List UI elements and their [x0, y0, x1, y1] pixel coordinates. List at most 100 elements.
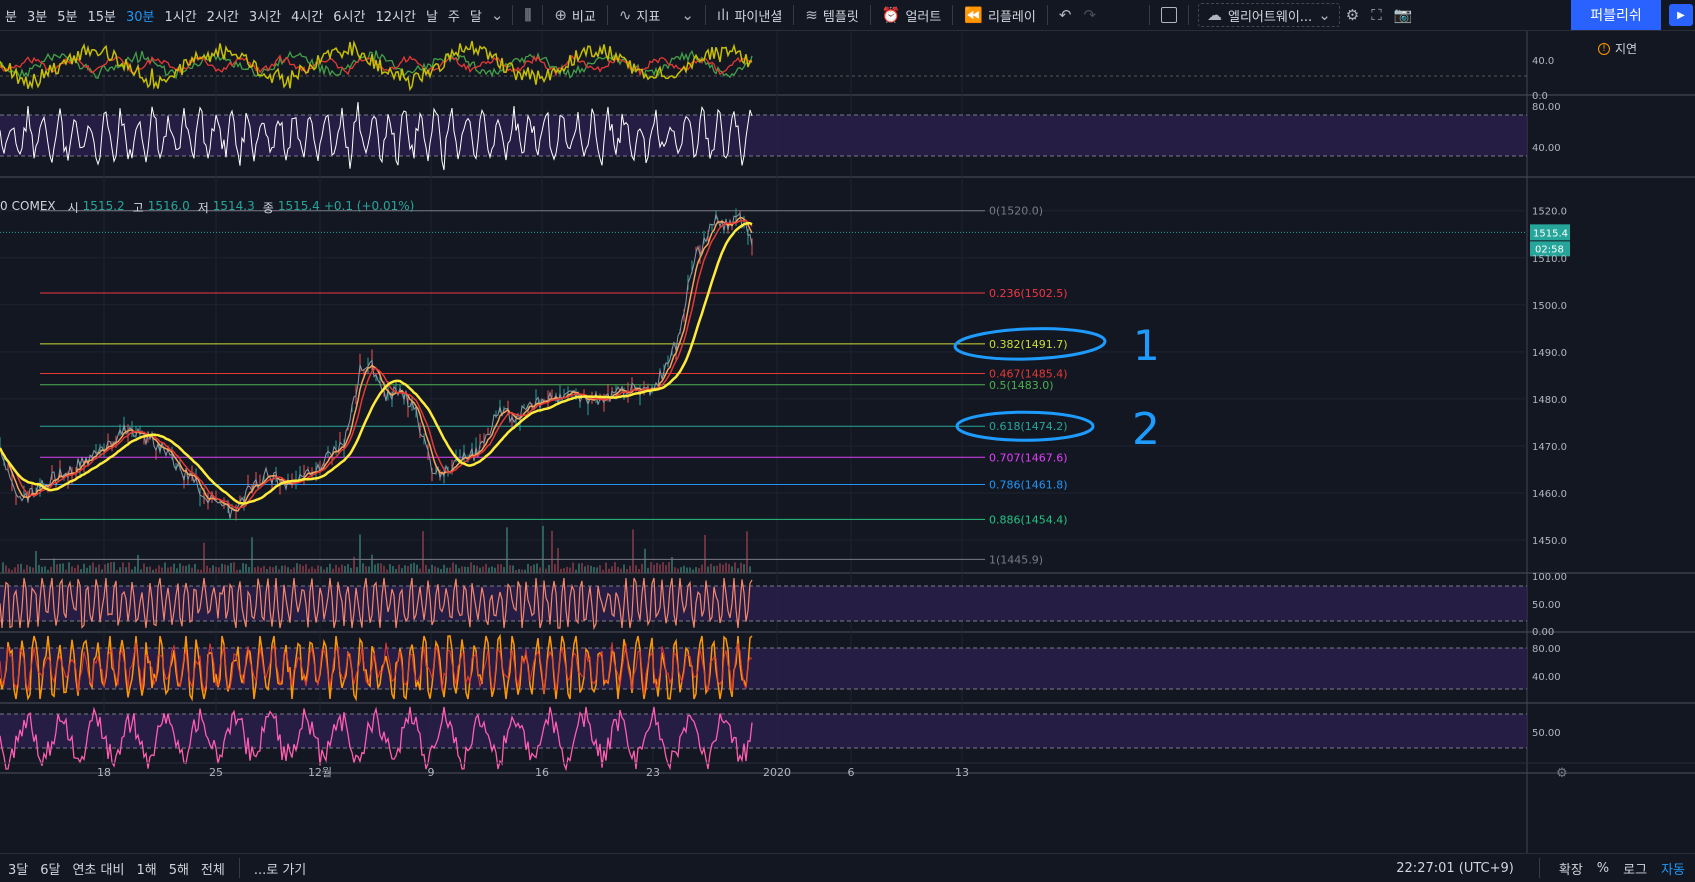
volume-bar: [284, 565, 286, 573]
volume-bar: [308, 568, 310, 573]
volume-bar: [536, 563, 538, 573]
sub-y-tick: 50.00: [1532, 600, 1561, 611]
ma-line-1: [0, 219, 753, 510]
volume-bar: [194, 563, 196, 573]
volume-bar: [209, 568, 211, 573]
volume-bar: [542, 525, 544, 573]
volume-bar: [95, 567, 97, 573]
fibonacci-retracement[interactable]: 0(1520.0)0.236(1502.5)0.382(1491.7)0.467…: [40, 205, 1068, 567]
alarm-clock-icon: ⏰: [881, 6, 901, 24]
play-button[interactable]: ▶: [1669, 4, 1693, 26]
x-tick: 13: [955, 766, 969, 779]
y-tick: 1520.0: [1532, 207, 1567, 218]
divider: [1149, 5, 1151, 25]
volume-bar: [170, 566, 172, 573]
volume-bar: [314, 568, 316, 573]
x-tick: 25: [209, 766, 223, 779]
y-tick: 1490.0: [1532, 348, 1567, 359]
volume-bar: [398, 564, 400, 573]
fullscreen-toggle-button[interactable]: [1155, 7, 1183, 23]
redo-button[interactable]: ↷: [1077, 6, 1102, 24]
timeframe-0[interactable]: 분: [0, 6, 22, 25]
volume-bar: [356, 567, 358, 573]
timeframe-8[interactable]: 4시간: [286, 6, 328, 25]
volume-bar: [17, 564, 19, 573]
percent-scale-button[interactable]: %: [1597, 861, 1609, 876]
fib-label-0: 0(1520.0): [989, 205, 1043, 218]
pine-button[interactable]: ılı 파이낸셜: [711, 6, 788, 25]
volume-bar: [443, 564, 445, 573]
annotation-mark-1[interactable]: 1: [1133, 321, 1160, 370]
timeframe-13[interactable]: 달: [465, 6, 487, 25]
volume-bar: [404, 565, 406, 573]
volume-bar: [389, 564, 391, 573]
x-tick: 9: [428, 766, 435, 779]
range-button-3[interactable]: 1해: [130, 859, 162, 878]
axis-settings-icon[interactable]: ⚙: [1556, 766, 1568, 781]
expand-scale-button[interactable]: 확장: [1559, 859, 1583, 878]
annotation-mark-2[interactable]: 2: [1132, 404, 1160, 455]
price-axis[interactable]: 1515.402:581450.01460.01470.01480.01490.…: [1530, 56, 1570, 739]
timeframe-9[interactable]: 6시간: [328, 6, 370, 25]
volume-bar: [488, 567, 490, 573]
indicator-panes: [0, 39, 1527, 772]
expand-button[interactable]: ⛶: [1365, 6, 1388, 24]
volume-bar: [62, 563, 64, 573]
timeframe-1[interactable]: 3분: [22, 6, 52, 25]
publish-button[interactable]: 퍼블리쉬: [1571, 0, 1661, 30]
volume-bar: [749, 566, 751, 573]
volume-bar: [47, 569, 49, 573]
timeframe-2[interactable]: 5분: [52, 6, 82, 25]
auto-scale-button[interactable]: 자동: [1661, 859, 1685, 878]
plus-circle-icon: ⊕: [554, 6, 567, 24]
time-axis[interactable]: 18 25 12월 9 16 23 2020 6 13 ⚙: [0, 762, 1695, 781]
candle-style-button[interactable]: ⫼: [518, 6, 537, 24]
replay-button[interactable]: ⏪ 리플레이: [958, 6, 1042, 25]
volume-bar: [293, 567, 295, 573]
volume-bar: [311, 566, 313, 573]
timeframe-11[interactable]: 날: [421, 6, 443, 25]
layout-selector[interactable]: ☁ 엘리어트웨이... ⌄: [1198, 3, 1340, 27]
delay-badge[interactable]: ! 지연: [1598, 40, 1637, 57]
volume-bar: [419, 568, 421, 573]
goto-date-button[interactable]: ...로 가기: [248, 859, 312, 878]
volume-bar: [260, 567, 262, 573]
range-button-0[interactable]: 3달: [2, 859, 34, 878]
timeframe-12[interactable]: 주: [443, 6, 465, 25]
chevron-down-icon: ⌄: [681, 6, 694, 24]
volume-bar: [734, 562, 736, 573]
indicators-button[interactable]: ∿ 지표 ⌄: [613, 6, 700, 25]
range-button-4[interactable]: 5해: [163, 859, 195, 878]
undo-button[interactable]: ↶: [1053, 6, 1078, 24]
compare-button[interactable]: ⊕ 비교: [548, 6, 602, 25]
volume-bar: [140, 569, 142, 573]
log-scale-button[interactable]: 로그: [1623, 859, 1647, 878]
volume-bar: [440, 569, 442, 573]
volume-bar: [14, 567, 16, 573]
settings-button[interactable]: ⚙: [1340, 6, 1365, 24]
timeframe-10[interactable]: 12시간: [370, 6, 420, 25]
sub-y-tick: 50.00: [1532, 728, 1561, 739]
range-button-5[interactable]: 전체: [195, 859, 231, 878]
chart-area[interactable]: 0(1520.0)0.236(1502.5)0.382(1491.7)0.467…: [0, 31, 1695, 853]
timeframe-5[interactable]: 1시간: [159, 6, 201, 25]
y-tick: 1510.0: [1532, 254, 1567, 265]
chevron-down-icon[interactable]: ⌄: [487, 6, 508, 24]
gear-icon: ⚙: [1345, 6, 1360, 24]
symbol-legend: 0 COMEX 시 1515.2 고 1516.0 저 1514.3 종 1515.4 …: [0, 199, 414, 216]
volume-bar: [452, 562, 454, 573]
timeframe-6[interactable]: 2시간: [202, 6, 244, 25]
timeframe-4[interactable]: 30분: [121, 6, 160, 25]
clock[interactable]: 22:27:01 (UTC+9): [1396, 861, 1514, 876]
range-button-2[interactable]: 연초 대비: [66, 859, 130, 878]
snapshot-button[interactable]: 📷: [1388, 6, 1419, 24]
templates-button[interactable]: ≋ 템플릿: [799, 6, 864, 25]
volume-bar: [110, 562, 112, 573]
volume-bar: [176, 568, 178, 573]
timeframe-7[interactable]: 3시간: [244, 6, 286, 25]
range-button-1[interactable]: 6달: [34, 859, 66, 878]
alert-button[interactable]: ⏰ 얼러트: [876, 6, 948, 25]
timeframe-3[interactable]: 15분: [82, 6, 121, 25]
x-tick: 12월: [308, 766, 332, 779]
volume-bar: [701, 564, 703, 573]
